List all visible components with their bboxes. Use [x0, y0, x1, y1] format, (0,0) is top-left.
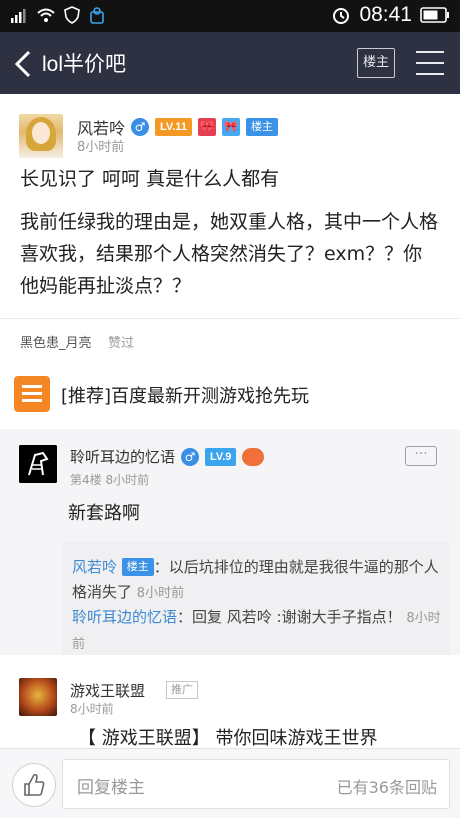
liked-bar: 黑色患_月亮 赞过	[0, 318, 460, 363]
sub-reply-box: 风若呤 楼主 ：以后坑排位的理由就是我很牛逼的那个人格消失了 8小时前 聆听耳边的…	[62, 541, 450, 655]
sub-reply-author[interactable]: 风若呤	[72, 558, 117, 576]
male-icon: ♂	[181, 447, 200, 466]
nav-bar: lol半价吧 楼主	[0, 32, 460, 94]
signal-icon	[11, 9, 26, 23]
alarm-icon	[333, 8, 350, 24]
back-arrow-icon[interactable]	[12, 50, 34, 78]
sub-reply-author[interactable]: 聆听耳边的忆语	[72, 608, 177, 626]
floor-number: 第4楼	[70, 473, 102, 487]
baby-monitor-icon	[90, 7, 104, 24]
ad-time: 8小时前	[70, 702, 114, 716]
reply-meta: 第4楼 8小时前	[70, 471, 149, 488]
avatar[interactable]	[19, 445, 57, 483]
liked-label: 赞过	[108, 336, 135, 351]
reply-count: 已有36条回贴	[336, 778, 437, 797]
reply-floor: 聆听耳边的忆语 ♂ LV.9 第4楼 8小时前 ··· 新套路啊 风若呤 楼主：…	[0, 429, 460, 655]
bow-badge-icon: 🎀	[221, 118, 240, 136]
reply-input[interactable]: 回复楼主 已有36条回贴	[62, 759, 450, 809]
status-bar: 08:41	[0, 0, 460, 32]
sub-reply[interactable]: 风若呤 楼主 ：以后坑排位的理由就是我很牛逼的那个人格消失了 8小时前	[72, 555, 442, 606]
sub-reply[interactable]: 聆听耳边的忆语：回复 风若呤 :谢谢大手子指点！ 8小时前	[72, 605, 442, 657]
thumbs-up-icon	[24, 773, 45, 796]
sub-reply-time: 8小时前	[136, 586, 185, 601]
ad-post[interactable]: 游戏王联盟 推广 8小时前 【 游戏王联盟】 带你回味游戏王世界	[0, 666, 460, 756]
reply-placeholder: 回复楼主	[77, 778, 145, 798]
status-time: 08:41	[359, 3, 412, 26]
shield-icon	[64, 6, 80, 24]
wifi-icon	[37, 8, 55, 22]
like-button[interactable]	[12, 763, 56, 807]
owner-tag: 楼主	[245, 118, 278, 136]
level-badge: LV.11	[155, 118, 192, 136]
promo-banner[interactable]: [推荐]百度最新开测游戏抢先玩	[0, 368, 460, 418]
promo-text[interactable]: [推荐]百度最新开测游戏抢先玩	[61, 382, 309, 408]
avatar[interactable]	[19, 114, 63, 158]
ad-tag: 推广	[166, 681, 198, 699]
liked-user[interactable]: 黑色患_月亮	[20, 332, 92, 351]
list-icon	[14, 376, 50, 412]
avatar[interactable]	[19, 678, 57, 716]
reply-author-name[interactable]: 聆听耳边的忆语	[70, 446, 175, 467]
reply-content: 新套路啊	[68, 503, 140, 524]
level-badge: LV.9	[205, 447, 237, 466]
post-body: 我前任绿我的理由是，她双重人格，其中一个人格喜欢我，结果那个人格突然消失了？ex…	[20, 211, 439, 297]
owner-tag: 楼主	[121, 558, 154, 576]
post-text-line: 长见识了 呵呵 真是什么人都有	[20, 168, 280, 190]
battery-icon	[420, 7, 449, 23]
bottom-bar: 回复楼主 已有36条回贴	[0, 748, 460, 818]
sub-reply-text: ：回复 风若呤 :谢谢大手子指点！	[177, 608, 402, 626]
only-owner-button[interactable]: 楼主	[357, 48, 395, 78]
more-options-button[interactable]: ···	[405, 446, 437, 466]
bow-badge-icon: 🎀	[197, 118, 216, 136]
gamepad-badge-icon	[242, 447, 265, 466]
ad-text[interactable]: 【 游戏王联盟】 带你回味游戏王世界	[78, 724, 377, 750]
ad-author-name[interactable]: 游戏王联盟	[70, 680, 145, 701]
reply-time: 8小时前	[105, 473, 150, 487]
menu-icon[interactable]	[416, 51, 444, 75]
forum-title: lol半价吧	[42, 53, 127, 76]
male-icon: ♂	[131, 118, 150, 136]
post-time: 8小时前	[77, 140, 125, 155]
